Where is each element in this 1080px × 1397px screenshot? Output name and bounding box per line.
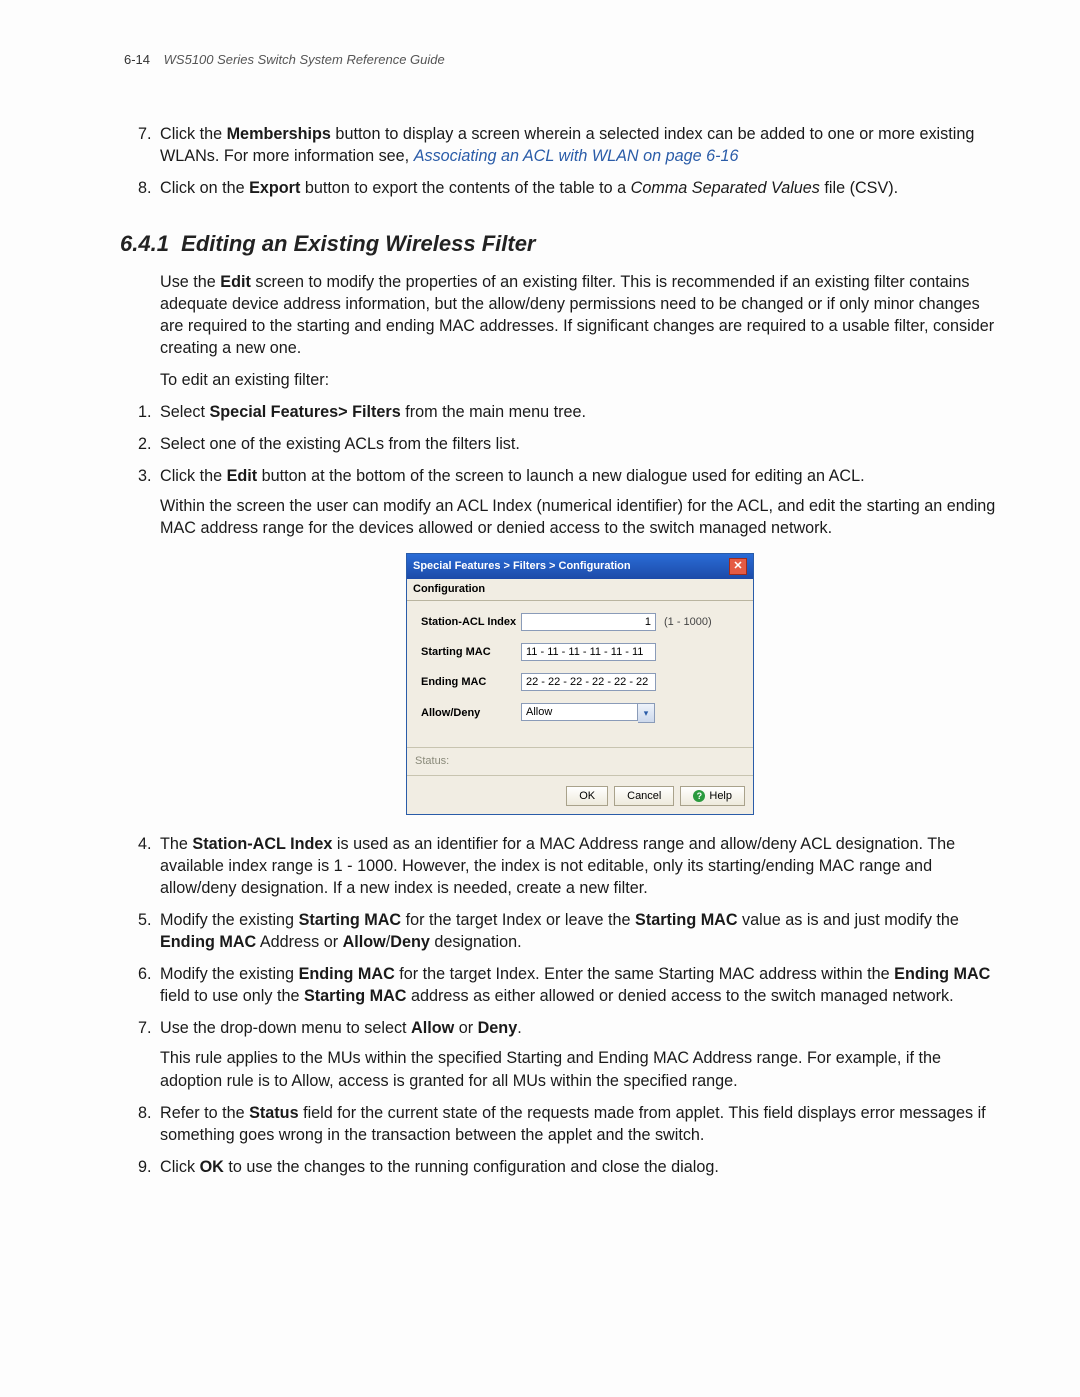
help-icon: ? — [693, 790, 705, 802]
ok-button[interactable]: OK — [566, 786, 608, 806]
dialog-titlebar: Special Features > Filters > Configurati… — [407, 554, 753, 579]
row-end-mac: Ending MAC — [421, 673, 739, 691]
row-index: Station-ACL Index (1 - 1000) — [421, 613, 739, 631]
content: 7. Click the Memberships button to displ… — [120, 123, 1000, 1178]
list-item: 8. Click on the Export button to export … — [160, 177, 1000, 199]
button-row: OK Cancel ? Help — [407, 780, 753, 814]
list-item: 3. Click the Edit button at the bottom o… — [160, 465, 1000, 815]
list-item: 1. Select Special Features> Filters from… — [160, 401, 1000, 423]
intro-paragraph: Use the Edit screen to modify the proper… — [160, 271, 1000, 359]
divider — [407, 747, 753, 748]
step-note: Within the screen the user can modify an… — [160, 495, 1000, 539]
doc-title: WS5100 Series Switch System Reference Gu… — [164, 52, 445, 67]
station-acl-index-input[interactable] — [521, 613, 656, 631]
ending-mac-input[interactable] — [521, 673, 656, 691]
help-button[interactable]: ? Help — [680, 786, 745, 806]
cancel-button[interactable]: Cancel — [614, 786, 674, 806]
page: 6-14 WS5100 Series Switch System Referen… — [0, 0, 1080, 1397]
allow-deny-value[interactable] — [521, 703, 638, 721]
list-item: 4. The Station-ACL Index is used as an i… — [160, 833, 1000, 899]
label-start-mac: Starting MAC — [421, 645, 521, 660]
list-item: 5. Modify the existing Starting MAC for … — [160, 909, 1000, 953]
step-note: This rule applies to the MUs within the … — [160, 1047, 1000, 1091]
row-allow-deny: Allow/Deny ▾ — [421, 703, 739, 723]
divider — [407, 775, 753, 776]
starting-mac-input[interactable] — [521, 643, 656, 661]
list-item: 7. Use the drop-down menu to select Allo… — [160, 1017, 1000, 1091]
steps-list: 1. Select Special Features> Filters from… — [120, 401, 1000, 1177]
chevron-down-icon[interactable]: ▾ — [638, 703, 655, 723]
label-index: Station-ACL Index — [421, 615, 521, 630]
list-item: 6. Modify the existing Ending MAC for th… — [160, 963, 1000, 1007]
index-range-hint: (1 - 1000) — [664, 615, 712, 630]
status-label: Status: — [407, 752, 753, 771]
filter-config-dialog: Special Features > Filters > Configurati… — [406, 553, 754, 815]
cross-ref-link[interactable]: Associating an ACL with WLAN on page 6-1… — [414, 147, 739, 165]
dialog-title: Special Features > Filters > Configurati… — [413, 559, 631, 574]
lead-in: To edit an existing filter: — [160, 369, 1000, 391]
row-start-mac: Starting MAC — [421, 643, 739, 661]
label-allow-deny: Allow/Deny — [421, 706, 521, 721]
list-item: 9. Click OK to use the changes to the ru… — [160, 1156, 1000, 1178]
form: Station-ACL Index (1 - 1000) Starting MA… — [407, 601, 753, 743]
list-item: 8. Refer to the Status field for the cur… — [160, 1102, 1000, 1146]
running-header: 6-14 WS5100 Series Switch System Referen… — [124, 52, 1020, 67]
list-item: 7. Click the Memberships button to displ… — [160, 123, 1000, 167]
dialog-screenshot: Special Features > Filters > Configurati… — [160, 553, 1000, 815]
dialog-subheader: Configuration — [407, 579, 753, 601]
page-number: 6-14 — [124, 52, 150, 67]
allow-deny-select[interactable]: ▾ — [521, 703, 655, 723]
label-end-mac: Ending MAC — [421, 675, 521, 690]
list-top: 7. Click the Memberships button to displ… — [120, 123, 1000, 199]
close-button[interactable]: ✕ — [729, 558, 747, 575]
list-item: 2. Select one of the existing ACLs from … — [160, 433, 1000, 455]
section-heading: 6.4.1 Editing an Existing Wireless Filte… — [120, 229, 1000, 259]
